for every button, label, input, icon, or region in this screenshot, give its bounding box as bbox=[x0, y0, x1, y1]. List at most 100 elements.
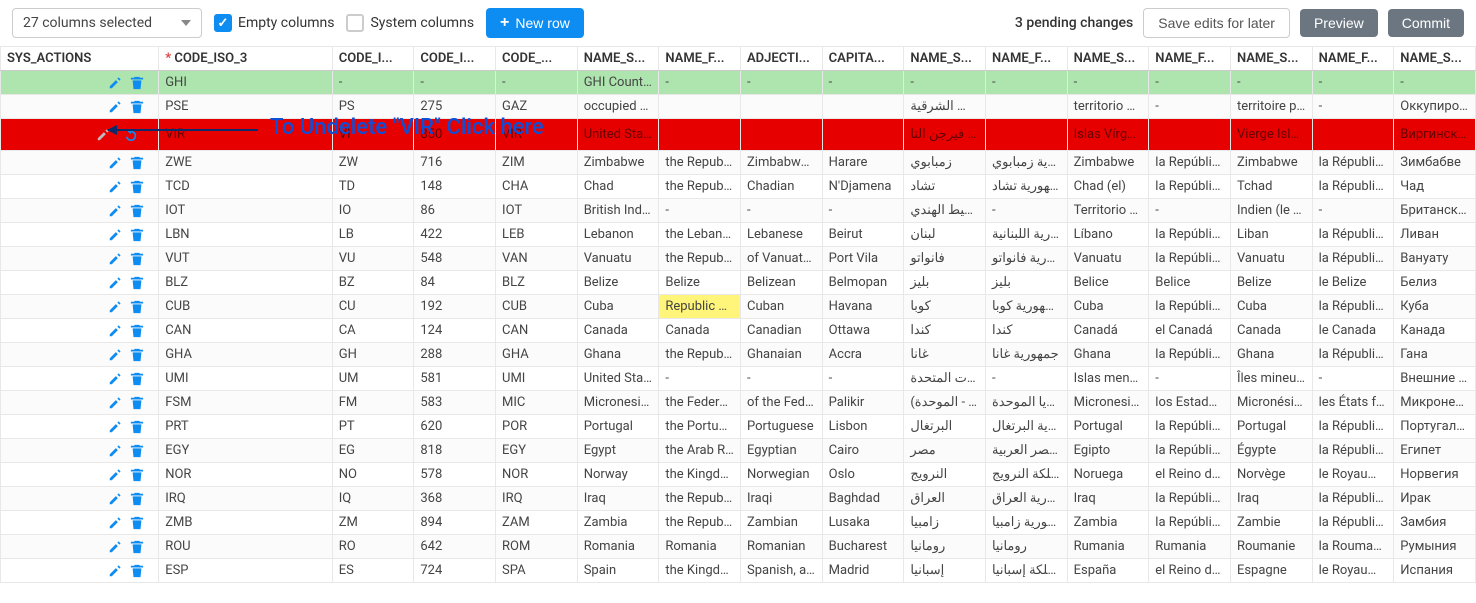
data-cell[interactable]: زامبيا bbox=[904, 511, 986, 535]
edit-icon[interactable] bbox=[108, 467, 122, 482]
data-cell[interactable]: Belice bbox=[1067, 271, 1149, 295]
data-cell[interactable]: Micronesia (E bbox=[1067, 391, 1149, 415]
edit-icon[interactable] bbox=[108, 323, 122, 338]
data-cell[interactable]: Portuguese bbox=[741, 415, 823, 439]
trash-icon[interactable] bbox=[130, 563, 144, 578]
data-cell[interactable]: - bbox=[659, 71, 741, 95]
edit-icon[interactable] bbox=[108, 203, 122, 218]
data-cell[interactable]: - bbox=[1394, 71, 1476, 95]
data-cell[interactable]: VU bbox=[332, 247, 414, 271]
data-cell[interactable]: - bbox=[822, 367, 904, 391]
data-cell[interactable]: إسبانيا bbox=[904, 559, 986, 583]
data-cell[interactable]: the Republic bbox=[659, 151, 741, 175]
data-cell[interactable]: Zambie bbox=[1230, 511, 1312, 535]
data-cell[interactable]: - bbox=[985, 71, 1067, 95]
data-cell[interactable]: Zimbabwe bbox=[1067, 151, 1149, 175]
data-cell[interactable]: Египет bbox=[1394, 439, 1476, 463]
data-cell[interactable]: Zambia bbox=[577, 511, 659, 535]
data-cell[interactable]: la République bbox=[1312, 151, 1394, 175]
data-cell[interactable]: ZIM bbox=[496, 151, 578, 175]
data-cell[interactable]: la République bbox=[1312, 343, 1394, 367]
data-cell[interactable]: Cairo bbox=[822, 439, 904, 463]
data-cell[interactable]: Чад bbox=[1394, 175, 1476, 199]
data-cell[interactable]: Norwegian bbox=[741, 463, 823, 487]
data-cell[interactable]: Iraq bbox=[1230, 487, 1312, 511]
data-cell[interactable]: Egyptian bbox=[741, 439, 823, 463]
data-cell[interactable]: مصر bbox=[904, 439, 986, 463]
data-cell[interactable]: Lisbon bbox=[822, 415, 904, 439]
data-cell[interactable]: Виргинские bbox=[1394, 119, 1476, 151]
data-cell[interactable]: Belize bbox=[1230, 271, 1312, 295]
data-cell[interactable]: Territorio Brit bbox=[1067, 199, 1149, 223]
data-cell[interactable]: Iraq bbox=[1067, 487, 1149, 511]
column-header[interactable]: NAME_S... bbox=[1230, 47, 1312, 71]
data-cell[interactable]: 642 bbox=[414, 535, 496, 559]
edit-icon[interactable] bbox=[108, 299, 122, 314]
edit-icon[interactable] bbox=[108, 443, 122, 458]
data-cell[interactable]: CA bbox=[332, 319, 414, 343]
data-cell[interactable]: Замбия bbox=[1394, 511, 1476, 535]
data-cell[interactable]: España bbox=[1067, 559, 1149, 583]
data-cell[interactable]: Оккупирован bbox=[1394, 95, 1476, 119]
data-cell[interactable]: رومانيا bbox=[985, 535, 1067, 559]
column-header[interactable]: CODE_... bbox=[496, 47, 578, 71]
data-cell[interactable]: - bbox=[741, 199, 823, 223]
data-cell[interactable]: BLZ bbox=[496, 271, 578, 295]
data-cell[interactable] bbox=[1312, 119, 1394, 151]
data-cell[interactable]: IRQ bbox=[159, 487, 333, 511]
data-cell[interactable] bbox=[659, 95, 741, 119]
data-cell[interactable]: تشاد bbox=[904, 175, 986, 199]
data-cell[interactable]: LB bbox=[332, 223, 414, 247]
data-cell[interactable]: TD bbox=[332, 175, 414, 199]
data-cell[interactable]: رومانيا bbox=[904, 535, 986, 559]
data-cell[interactable]: Iraq bbox=[577, 487, 659, 511]
trash-icon[interactable] bbox=[130, 275, 144, 290]
data-cell[interactable]: ROM bbox=[496, 535, 578, 559]
data-cell[interactable]: Lebanese bbox=[741, 223, 823, 247]
data-cell[interactable] bbox=[985, 119, 1067, 151]
data-cell[interactable]: Ghanaian bbox=[741, 343, 823, 367]
data-cell[interactable]: Madrid bbox=[822, 559, 904, 583]
data-cell[interactable]: Spain bbox=[577, 559, 659, 583]
data-cell[interactable]: بليز bbox=[904, 271, 986, 295]
data-cell[interactable]: - bbox=[496, 71, 578, 95]
data-cell[interactable]: Cuba bbox=[1067, 295, 1149, 319]
data-cell[interactable]: فانواتو bbox=[904, 247, 986, 271]
edit-icon[interactable] bbox=[108, 155, 122, 170]
data-cell[interactable]: los Estados F bbox=[1149, 391, 1231, 415]
data-cell[interactable]: Норвегия bbox=[1394, 463, 1476, 487]
data-cell[interactable]: Zimbabwe bbox=[1230, 151, 1312, 175]
column-header[interactable]: NAME_F... bbox=[1312, 47, 1394, 71]
data-cell[interactable]: Chadian bbox=[741, 175, 823, 199]
data-cell[interactable]: UMI bbox=[159, 367, 333, 391]
data-cell[interactable]: PRT bbox=[159, 415, 333, 439]
data-cell[interactable]: Republic of C bbox=[659, 295, 741, 319]
data-cell[interactable]: - bbox=[1149, 71, 1231, 95]
data-cell[interactable] bbox=[659, 119, 741, 151]
edit-icon[interactable] bbox=[108, 275, 122, 290]
data-cell[interactable]: Egypt bbox=[577, 439, 659, 463]
data-cell[interactable]: GHA bbox=[496, 343, 578, 367]
data-cell[interactable] bbox=[822, 95, 904, 119]
data-cell[interactable]: 86 bbox=[414, 199, 496, 223]
data-cell[interactable]: البرتغال bbox=[904, 415, 986, 439]
data-cell[interactable]: 368 bbox=[414, 487, 496, 511]
trash-icon[interactable] bbox=[130, 347, 144, 362]
data-cell[interactable]: Канада bbox=[1394, 319, 1476, 343]
data-cell[interactable]: of Vanuatu, V bbox=[741, 247, 823, 271]
data-cell[interactable]: جمهورية كوبا bbox=[985, 295, 1067, 319]
data-cell[interactable]: el Reino de E bbox=[1149, 559, 1231, 583]
data-cell[interactable]: Égypte bbox=[1230, 439, 1312, 463]
edit-icon[interactable] bbox=[108, 75, 122, 90]
data-cell[interactable]: Islas Vírgene bbox=[1067, 119, 1149, 151]
data-cell[interactable]: la República bbox=[1149, 295, 1231, 319]
data-cell[interactable]: Zimbabwe bbox=[577, 151, 659, 175]
data-cell[interactable]: Romania bbox=[659, 535, 741, 559]
data-cell[interactable]: Palikir bbox=[822, 391, 904, 415]
data-cell[interactable]: la République bbox=[1312, 511, 1394, 535]
data-cell[interactable]: la République bbox=[1312, 415, 1394, 439]
data-cell[interactable]: Canada bbox=[577, 319, 659, 343]
data-cell[interactable]: غانا bbox=[904, 343, 986, 367]
data-cell[interactable]: Liban bbox=[1230, 223, 1312, 247]
column-header[interactable]: CODE_I... bbox=[414, 47, 496, 71]
